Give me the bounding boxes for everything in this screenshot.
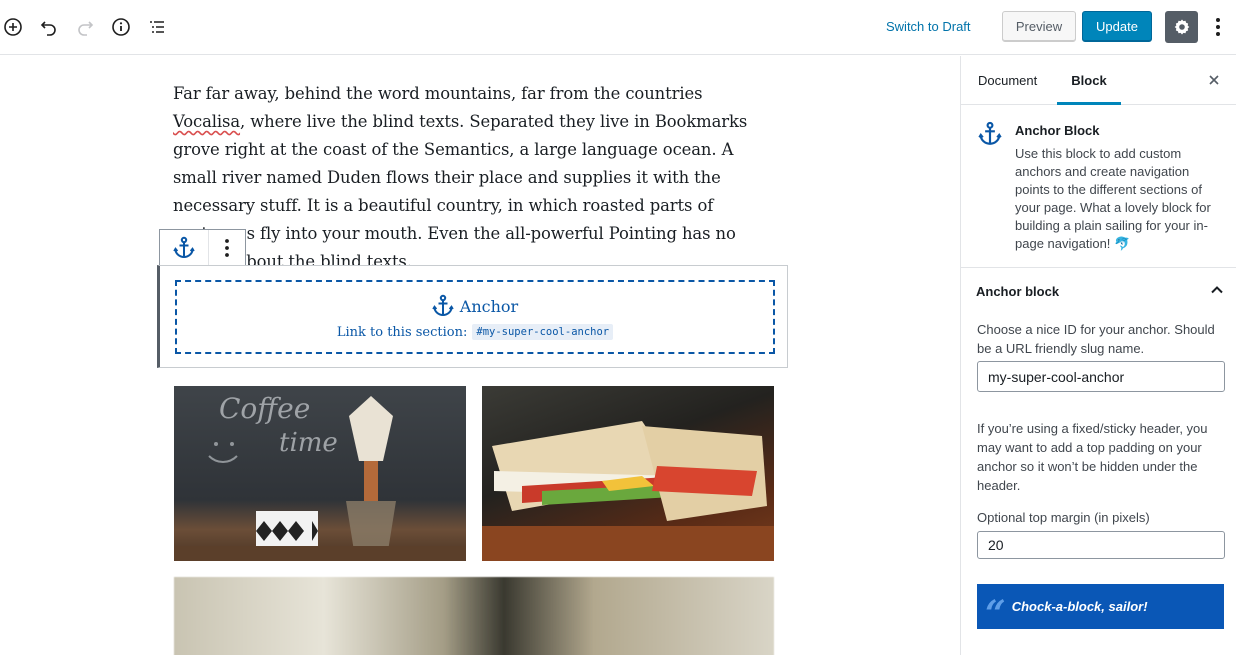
gallery-image-wide[interactable] bbox=[174, 577, 774, 655]
top-margin-label: Optional top margin (in pixels) bbox=[977, 510, 1150, 525]
update-button[interactable]: Update bbox=[1082, 11, 1152, 42]
editor-header: Switch to Draft Preview Update bbox=[0, 0, 1236, 55]
add-block-icon[interactable] bbox=[0, 14, 26, 40]
gallery-image-sandwich[interactable] bbox=[482, 386, 774, 561]
close-sidebar-button[interactable] bbox=[1204, 70, 1224, 90]
tab-block[interactable]: Block bbox=[1057, 56, 1121, 105]
anchor-title: Anchor bbox=[459, 296, 519, 316]
svg-text:Coffee: Coffee bbox=[219, 392, 310, 425]
panel-title: Anchor block bbox=[976, 283, 1060, 299]
gallery-image-coffee[interactable]: Coffee time bbox=[174, 386, 466, 561]
anchor-block[interactable]: Anchor Link to this section: #my-super-c… bbox=[157, 265, 788, 368]
anchor-icon bbox=[432, 294, 454, 317]
settings-sidebar: Document Block Anchor Block Use this blo… bbox=[960, 56, 1236, 655]
close-icon bbox=[1209, 75, 1219, 85]
anchor-id-help: Choose a nice ID for your anchor. Should… bbox=[977, 322, 1215, 356]
block-card: Anchor Block Use this block to add custo… bbox=[961, 105, 1236, 268]
more-options-button[interactable] bbox=[1206, 14, 1230, 40]
more-vertical-icon bbox=[1216, 18, 1220, 36]
top-margin-input[interactable] bbox=[977, 531, 1225, 559]
anchor-link-row: Link to this section: #my-super-cool-anc… bbox=[336, 324, 614, 340]
info-icon[interactable] bbox=[108, 14, 134, 40]
gear-icon bbox=[1174, 19, 1189, 35]
anchor-title-row: Anchor bbox=[432, 294, 518, 318]
anchor-block-preview: Anchor Link to this section: #my-super-c… bbox=[175, 280, 775, 354]
misspelled-word: Vocalisa bbox=[173, 112, 241, 131]
paragraph-block[interactable]: Far far away, behind the word mountains,… bbox=[173, 80, 773, 276]
anchor-icon bbox=[173, 236, 195, 258]
anchor-id-input[interactable] bbox=[977, 361, 1225, 392]
quote-banner: “ Chock-a-block, sailor! bbox=[977, 584, 1224, 635]
svg-text:time: time bbox=[279, 428, 338, 458]
preview-button[interactable]: Preview bbox=[1002, 11, 1076, 42]
redo-icon[interactable] bbox=[72, 14, 98, 40]
sidebar-tabs: Document Block bbox=[961, 56, 1236, 105]
block-card-title: Anchor Block bbox=[1015, 123, 1100, 138]
block-more-options[interactable] bbox=[209, 230, 245, 265]
sticky-header-help: If you’re using a fixed/sticky header, y… bbox=[977, 421, 1208, 493]
editor-canvas: Far far away, behind the word mountains,… bbox=[0, 56, 960, 655]
paragraph-text-start: Far far away, behind the word mountains,… bbox=[173, 84, 703, 103]
anchor-icon bbox=[978, 121, 1002, 152]
block-card-description: Use this block to add custom anchors and… bbox=[1015, 146, 1211, 251]
outline-icon[interactable] bbox=[144, 14, 170, 40]
block-type-switcher[interactable] bbox=[160, 230, 209, 265]
undo-icon[interactable] bbox=[36, 14, 62, 40]
tab-document[interactable]: Document bbox=[978, 56, 1037, 105]
anchor-block-panel-toggle[interactable]: Anchor block bbox=[961, 268, 1236, 314]
anchor-code: #my-super-cool-anchor bbox=[472, 324, 614, 340]
chevron-up-icon bbox=[1211, 286, 1223, 294]
quote-text: Chock-a-block, sailor! bbox=[1011, 599, 1148, 614]
quote-icon: “ bbox=[985, 592, 1006, 635]
paragraph-text-end: , where live the blind texts. Separated … bbox=[173, 112, 748, 271]
block-toolbar bbox=[159, 229, 246, 266]
settings-button[interactable] bbox=[1165, 11, 1198, 43]
anchor-link-label: Link to this section: bbox=[336, 324, 468, 340]
switch-to-draft-button[interactable]: Switch to Draft bbox=[878, 17, 979, 37]
more-vertical-icon bbox=[225, 238, 229, 257]
